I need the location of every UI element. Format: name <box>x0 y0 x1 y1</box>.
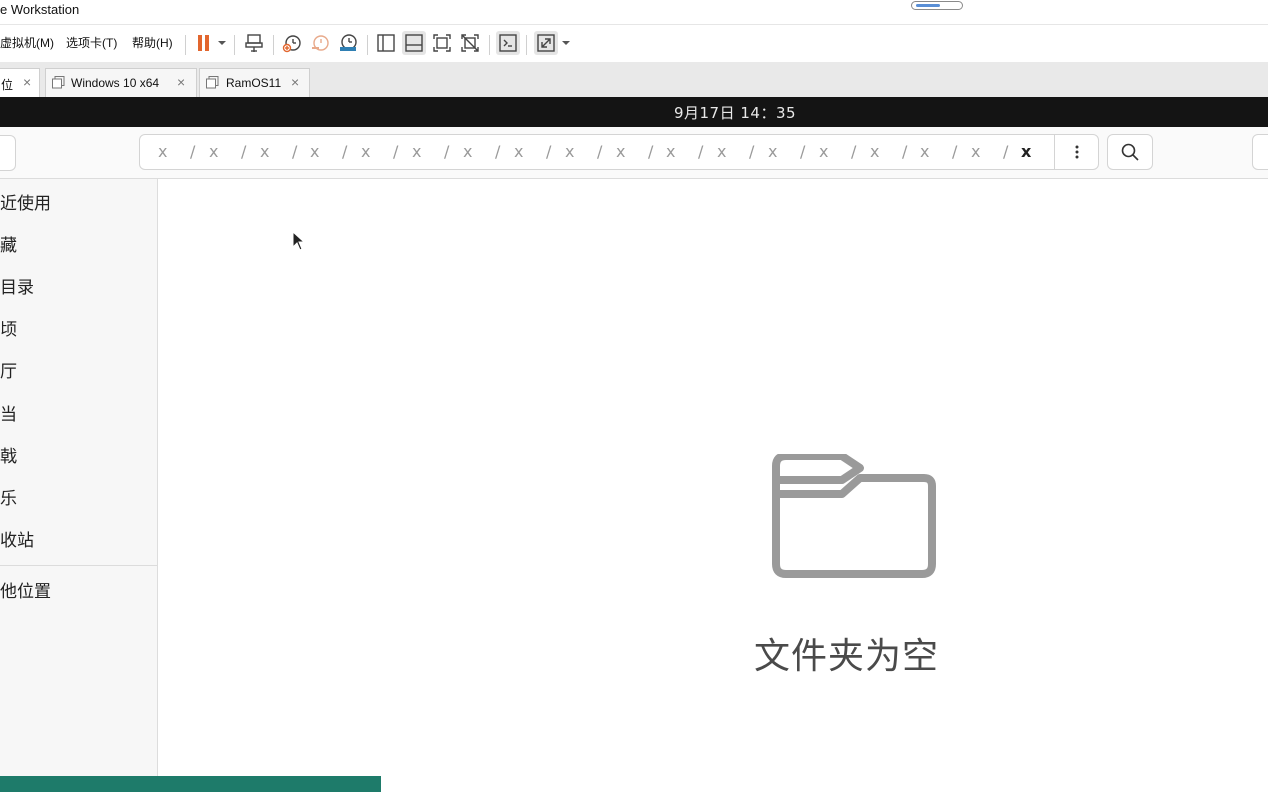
send-ctrl-alt-del-icon[interactable] <box>243 31 267 55</box>
path-crumb[interactable]: x <box>768 143 777 161</box>
tab-home[interactable]: 位 × <box>0 68 40 97</box>
vm-icon <box>52 76 65 89</box>
pause-icon[interactable] <box>192 31 216 55</box>
path-separator: / <box>546 142 552 161</box>
sidebar-item-starred[interactable]: 藏 <box>0 235 17 257</box>
unity-icon[interactable] <box>458 31 482 55</box>
toolbar-divider <box>526 35 527 55</box>
console-view-icon[interactable] <box>496 31 520 55</box>
path-crumb[interactable]: x <box>412 143 421 161</box>
tab-windows-10[interactable]: Windows 10 x64 × <box>45 68 197 97</box>
path-crumb[interactable]: x <box>819 143 828 161</box>
more-options-icon[interactable] <box>1054 135 1098 169</box>
tab-label: 位 <box>1 78 14 92</box>
path-separator: / <box>648 142 654 161</box>
path-separator: / <box>495 142 501 161</box>
path-separator: / <box>851 142 857 161</box>
file-view[interactable]: 文件夹为空 <box>158 179 1268 792</box>
path-crumb[interactable]: x <box>514 143 523 161</box>
close-icon[interactable]: × <box>23 74 31 90</box>
sidebar-item-videos[interactable]: 厅 <box>0 361 17 383</box>
toolbar-divider <box>367 35 368 55</box>
window-handle[interactable] <box>911 1 963 10</box>
snapshot-manager-icon[interactable] <box>336 31 360 55</box>
toolbar-divider <box>273 35 274 55</box>
pause-dropdown-icon[interactable] <box>218 41 226 45</box>
guest-clock[interactable]: 9月17日 14：35 <box>0 104 1268 122</box>
path-crumb[interactable]: x <box>463 143 472 161</box>
sidebar-divider <box>0 565 157 566</box>
vm-tabbar: 位 × Windows 10 x64 × RamOS11 × <box>0 62 1268 98</box>
path-crumb[interactable]: x <box>310 143 319 161</box>
sidebar-item-music[interactable]: 乐 <box>0 488 17 510</box>
path-crumb[interactable]: x <box>920 143 929 161</box>
menu-help[interactable]: 帮助(H) <box>132 34 173 52</box>
path-crumb[interactable]: x <box>717 143 726 161</box>
sidebar-item-recent[interactable]: 近使用 <box>0 193 51 215</box>
toolbar-divider <box>185 35 186 55</box>
tab-label: Windows 10 x64 <box>71 76 160 90</box>
search-icon <box>1121 143 1139 161</box>
search-button[interactable] <box>1107 134 1153 170</box>
sidebar-toggle-button[interactable] <box>0 135 16 171</box>
path-crumb[interactable]: x <box>666 143 675 161</box>
stretch-dropdown-icon[interactable] <box>562 41 570 45</box>
path-crumb[interactable]: x <box>209 143 218 161</box>
path-separator: / <box>190 142 196 161</box>
path-separator: / <box>800 142 806 161</box>
view-mode-button[interactable] <box>1252 134 1268 170</box>
toolbar-divider <box>489 35 490 55</box>
path-crumb-current[interactable]: x <box>1021 143 1031 161</box>
snapshot-icon[interactable] <box>280 31 304 55</box>
menu-toolbar: 虚拟机(M) 选项卡(T) 帮助(H) <box>0 24 1268 64</box>
tab-label: RamOS11 <box>226 76 282 90</box>
vm-icon <box>206 76 219 89</box>
sidebar-item-desktop[interactable]: 顷 <box>0 319 17 341</box>
close-icon[interactable]: × <box>177 74 185 90</box>
path-separator: / <box>1003 142 1009 161</box>
path-separator: / <box>444 142 450 161</box>
library-view-icon[interactable] <box>374 31 398 55</box>
fullscreen-icon[interactable] <box>430 31 454 55</box>
path-crumb[interactable]: x <box>361 143 370 161</box>
path-separator: / <box>749 142 755 161</box>
thumbnail-view-icon[interactable] <box>402 31 426 55</box>
guest-top-panel: 9月17日 14：35 <box>0 97 1268 127</box>
sidebar-item-trash[interactable]: 收站 <box>0 530 34 552</box>
menu-vm[interactable]: 虚拟机(M) <box>0 34 54 52</box>
path-crumb[interactable]: x <box>870 143 879 161</box>
path-crumb[interactable]: x <box>260 143 269 161</box>
path-separator: / <box>698 142 704 161</box>
stretch-guest-icon[interactable] <box>534 31 558 55</box>
path-crumb[interactable]: x <box>616 143 625 161</box>
path-crumb[interactable]: x <box>158 143 167 161</box>
window-title: e Workstation <box>0 2 80 17</box>
path-separator: / <box>393 142 399 161</box>
sidebar-item-documents[interactable]: 当 <box>0 404 17 426</box>
path-separator: / <box>902 142 908 161</box>
sidebar-item-other-locations[interactable]: 他位置 <box>0 581 51 603</box>
sidebar-item-home[interactable]: 目录 <box>0 277 34 299</box>
path-crumb[interactable]: x <box>565 143 574 161</box>
toolbar-divider <box>234 35 235 55</box>
path-separator: / <box>292 142 298 161</box>
path-separator: / <box>952 142 958 161</box>
tab-ramos11[interactable]: RamOS11 × <box>199 68 310 97</box>
mouse-cursor-icon <box>292 231 306 251</box>
empty-folder-message: 文件夹为空 <box>754 636 940 677</box>
path-separator: / <box>241 142 247 161</box>
places-sidebar: 近使用 藏 目录 顷 厅 当 戟 乐 收站 他位置 <box>0 179 158 792</box>
path-crumb[interactable]: x <box>971 143 980 161</box>
sidebar-item-downloads[interactable]: 戟 <box>0 446 17 468</box>
path-separator: / <box>597 142 603 161</box>
close-icon[interactable]: × <box>291 74 299 90</box>
path-separator: / <box>342 142 348 161</box>
guest-bottom-bar <box>0 776 381 792</box>
empty-folder-icon <box>772 454 936 578</box>
window-titlebar: e Workstation <box>0 0 1268 24</box>
revert-snapshot-icon[interactable] <box>308 31 332 55</box>
path-bar[interactable]: x / x / x / x / x / x / x / x / x / x / … <box>139 134 1099 170</box>
menu-tabs[interactable]: 选项卡(T) <box>66 34 117 52</box>
file-manager-header: x / x / x / x / x / x / x / x / x / x / … <box>0 127 1268 179</box>
